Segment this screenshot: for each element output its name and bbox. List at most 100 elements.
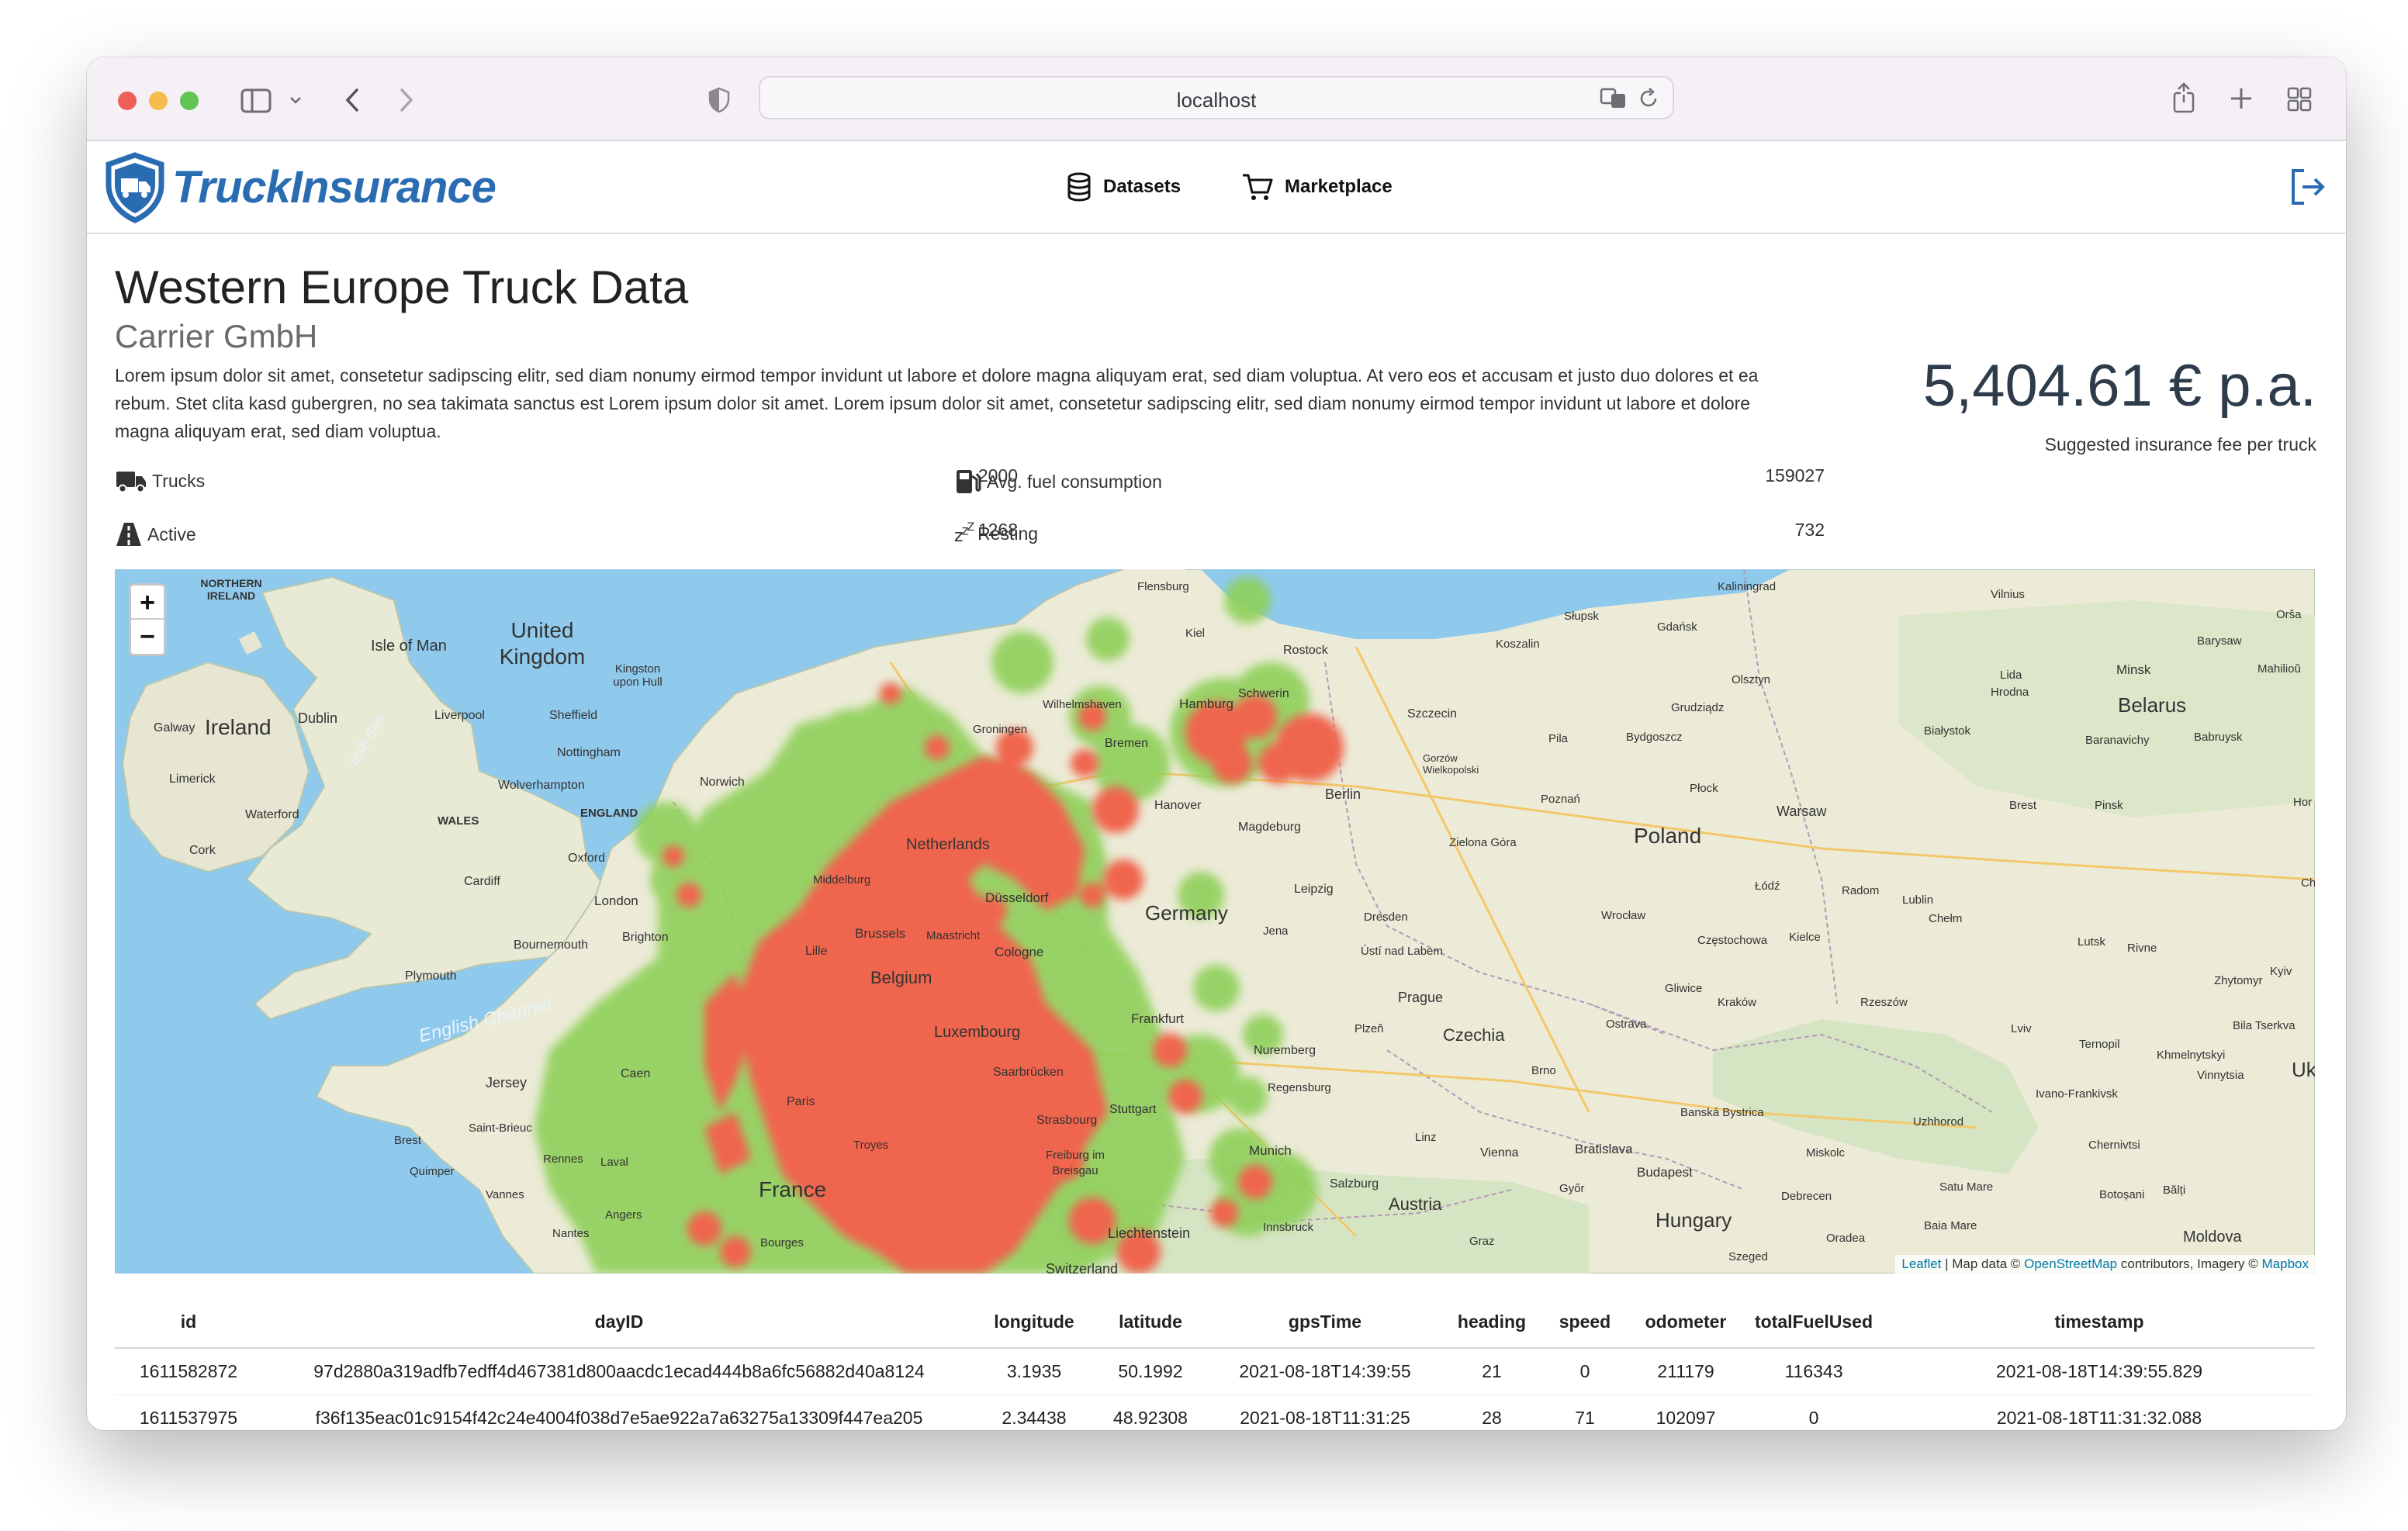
map-label: Babruysk (2194, 731, 2243, 744)
map-label: Pila (1548, 732, 1569, 745)
forward-arrow-icon[interactable] (397, 87, 416, 113)
stat-trucks: Trucks (115, 468, 205, 493)
map-label: Belarus (2118, 693, 2187, 717)
table-header-row: id dayID longitude latitude gpsTime head… (115, 1297, 2315, 1349)
map-label: Győr (1559, 1182, 1585, 1195)
nav-marketplace[interactable]: Marketplace (1241, 172, 1393, 202)
map-label: Linz (1415, 1131, 1437, 1144)
map-label: Jena (1263, 924, 1289, 938)
address-bar[interactable]: localhost (759, 76, 1674, 119)
map-label: Baia Mare (1924, 1219, 1977, 1232)
column-header-timestamp[interactable]: timestamp (1884, 1297, 2315, 1349)
map-label: Freiburg im Breisgau (1046, 1149, 1105, 1177)
map-label: Ternopil (2079, 1038, 2120, 1051)
cell-gpstime: 2021-08-18T14:39:55 (1209, 1348, 1441, 1395)
column-header-heading[interactable]: heading (1441, 1297, 1542, 1349)
map-label: Minsk (2116, 662, 2151, 677)
column-header-gpstime[interactable]: gpsTime (1209, 1297, 1441, 1349)
cell-longitude: 3.1935 (976, 1348, 1092, 1395)
zoom-in-button[interactable]: + (131, 586, 164, 620)
zoom-out-button[interactable]: − (131, 620, 164, 654)
map-label: Brest (2009, 799, 2037, 812)
map-label: Orša (2276, 608, 2302, 621)
attribution-text: | Map data © (1941, 1256, 2025, 1271)
map-label: Plzeň (1354, 1022, 1384, 1035)
map-label: Warsaw (1777, 804, 1827, 819)
cell-timestamp: 2021-08-18T11:31:32.088 (1884, 1394, 2315, 1430)
column-header-dayid[interactable]: dayID (262, 1297, 976, 1349)
map-label: Hanover (1154, 799, 1202, 812)
map-label: Barysaw (2197, 634, 2242, 648)
table-row[interactable]: 1611537975 f36f135eac01c9154f42c24e4004f… (115, 1394, 2315, 1430)
map-label: Kiel (1185, 627, 1206, 640)
map-label: Rennes (543, 1153, 583, 1166)
nav-datasets[interactable]: Datasets (1066, 172, 1181, 202)
map-label: Hamburg (1179, 696, 1233, 711)
map-label: Liverpool (434, 709, 485, 722)
map-label: Nuremberg (1254, 1044, 1316, 1057)
cell-speed: 71 (1542, 1394, 1628, 1430)
map-label: Ostrava (1606, 1018, 1647, 1031)
column-header-longitude[interactable]: longitude (976, 1297, 1092, 1349)
map-label: Prague (1398, 990, 1444, 1005)
map-label: Koszalin (1496, 638, 1540, 651)
sidebar-toggle-icon[interactable] (240, 88, 272, 113)
map-label: Groningen (973, 723, 1028, 736)
map-label: London (594, 893, 638, 908)
column-header-latitude[interactable]: latitude (1092, 1297, 1209, 1349)
brand-name[interactable]: TruckInsurance (172, 161, 496, 213)
map-label: Pinsk (2095, 799, 2123, 812)
map-label: Vilnius (1991, 588, 2025, 601)
share-icon[interactable] (2171, 81, 2197, 115)
reload-icon[interactable] (1637, 87, 1660, 110)
map-label: Bydgoszcz (1626, 731, 1683, 744)
map-label: United Kingdom (499, 618, 586, 669)
map-label: Brighton (622, 931, 669, 944)
logout-icon[interactable] (2289, 168, 2327, 206)
truck-icon (116, 472, 146, 493)
translate-icon[interactable] (1600, 87, 1628, 110)
map-label: Maastricht (926, 929, 981, 942)
column-header-speed[interactable]: speed (1542, 1297, 1628, 1349)
map-label: Regensburg (1268, 1081, 1331, 1094)
column-header-odometer[interactable]: odometer (1628, 1297, 1744, 1349)
map-label: Saarbrücken (993, 1066, 1064, 1079)
map-label: Gdańsk (1657, 620, 1697, 634)
cart-icon (1243, 174, 1273, 200)
address-text: localhost (1176, 88, 1257, 112)
osm-link[interactable]: OpenStreetMap (2024, 1256, 2117, 1271)
table-row[interactable]: 1611582872 97d2880a319adfb7edff4d467381d… (115, 1348, 2315, 1395)
maximize-window-button[interactable] (180, 92, 199, 110)
truck-shield-logo-icon[interactable] (104, 152, 166, 223)
map-label: Szczecin (1407, 707, 1458, 721)
map-label: Frankfurt (1131, 1011, 1185, 1026)
map-label: Cork (189, 844, 216, 857)
leaflet-link[interactable]: Leaflet (1901, 1256, 1941, 1271)
map-label: Banská Bystrica (1680, 1106, 1764, 1119)
map-label: Vinnytsia (2197, 1069, 2244, 1082)
close-window-button[interactable] (118, 92, 137, 110)
fuel-pump-icon (957, 470, 981, 493)
new-tab-icon[interactable] (2230, 87, 2253, 110)
map-label: Ch (2301, 876, 2315, 890)
column-header-id[interactable]: id (115, 1297, 262, 1349)
zoom-control: + − (129, 583, 166, 656)
shield-icon[interactable] (708, 87, 731, 113)
cell-latitude: 50.1992 (1092, 1348, 1209, 1395)
map-label: Kraków (1718, 996, 1757, 1009)
cell-speed: 0 (1542, 1348, 1628, 1395)
minimize-window-button[interactable] (149, 92, 168, 110)
cell-totalfuelused: 116343 (1744, 1348, 1884, 1395)
heatmap-map[interactable]: NORTHERN IRELAND Isle of Man United King… (115, 569, 2315, 1274)
back-arrow-icon[interactable] (343, 87, 362, 113)
mapbox-link[interactable]: Mapbox (2262, 1256, 2309, 1271)
sleep-icon: zzZ (954, 521, 974, 546)
stat-resting-label: Resting (977, 523, 1039, 544)
tab-overview-icon[interactable] (2287, 87, 2312, 112)
database-icon (1067, 172, 1091, 202)
cell-heading: 21 (1441, 1348, 1542, 1395)
nav-datasets-label: Datasets (1103, 176, 1182, 197)
chevron-down-icon[interactable] (289, 95, 303, 105)
cell-totalfuelused: 0 (1744, 1394, 1884, 1430)
column-header-totalfuelused[interactable]: totalFuelUsed (1744, 1297, 1884, 1349)
